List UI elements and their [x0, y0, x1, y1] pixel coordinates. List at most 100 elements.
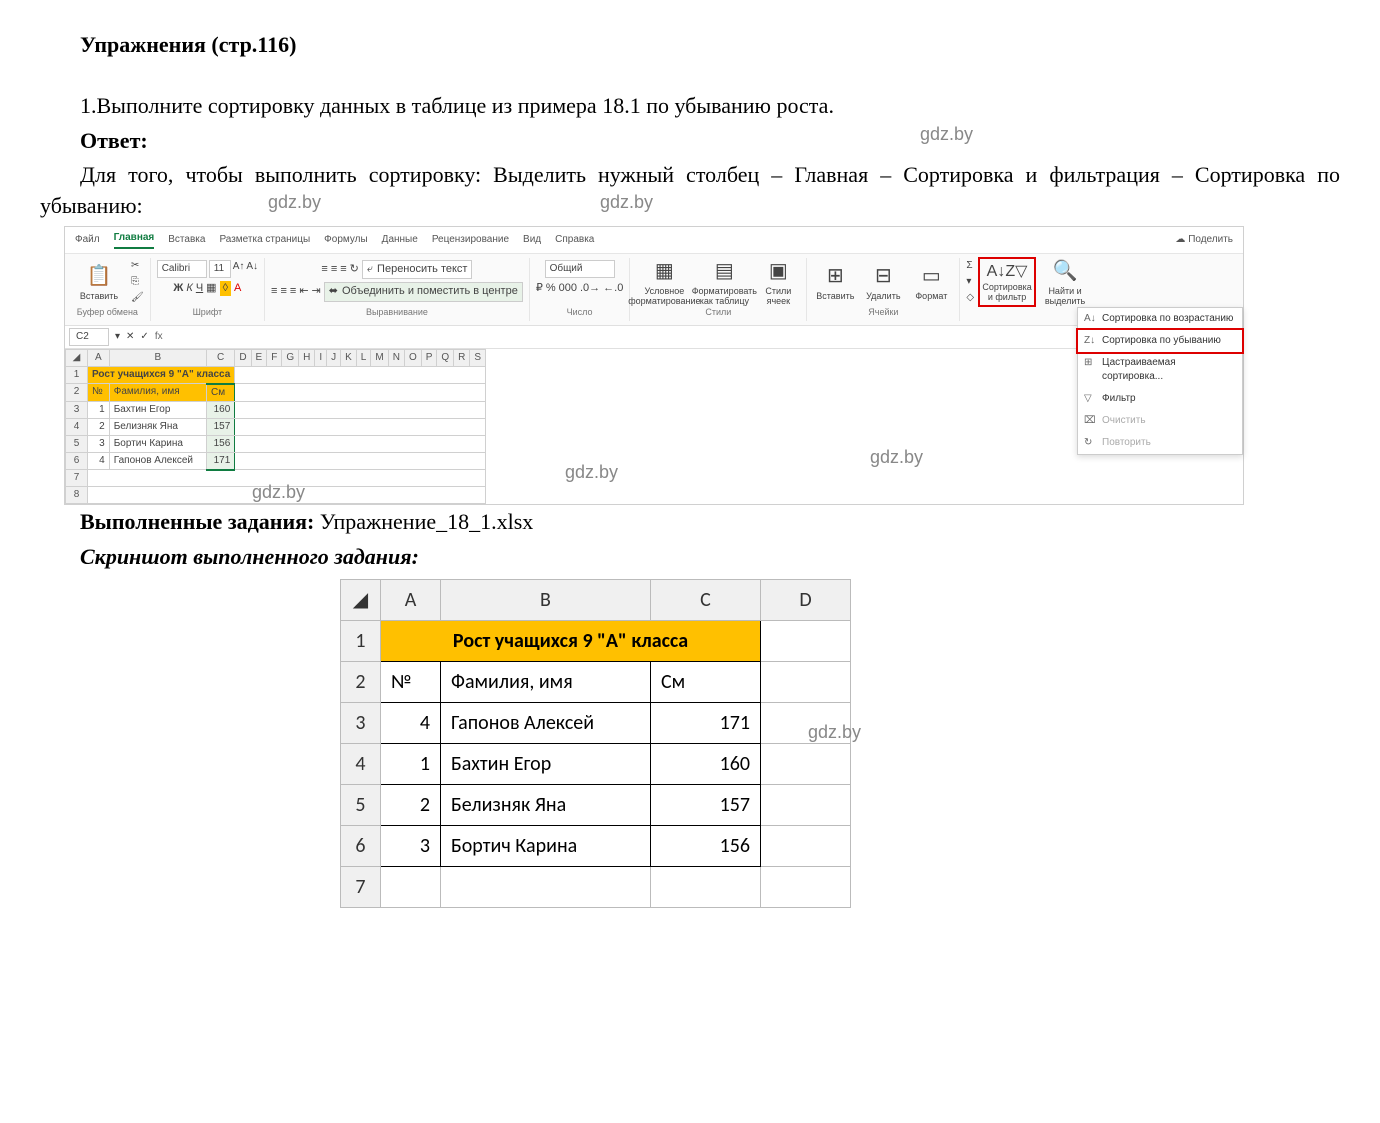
table-title-cell[interactable]: Рост учащихся 9 "А" класса [88, 366, 235, 384]
tab-home[interactable]: Главная [114, 231, 155, 249]
header-cm[interactable]: См [651, 661, 761, 702]
cell[interactable]: 4 [88, 452, 110, 470]
fill-color-icon[interactable]: ◊ [220, 281, 231, 296]
header-name[interactable]: Фамилия, имя [109, 384, 206, 402]
corner-cell[interactable]: ◢ [341, 579, 381, 620]
cell[interactable]: 3 [381, 825, 441, 866]
cell[interactable]: 171 [207, 452, 235, 470]
align-left-icon[interactable]: ≡ [271, 284, 277, 299]
tab-file[interactable]: Файл [75, 233, 100, 247]
sort-custom-item[interactable]: Цастраиваемая сортировка... [1078, 352, 1242, 388]
tab-layout[interactable]: Разметка страницы [219, 233, 310, 247]
copy-icon[interactable]: ⎘ [131, 275, 144, 289]
col-header[interactable]: R [454, 349, 470, 366]
format-painter-icon[interactable]: 🖌 [131, 291, 144, 305]
underline-button[interactable]: Ч [196, 281, 203, 296]
cell[interactable]: Гапонов Алексей [109, 452, 206, 470]
row-header[interactable]: 3 [341, 702, 381, 743]
cell[interactable]: 3 [88, 435, 110, 452]
cell[interactable]: 157 [651, 784, 761, 825]
col-header[interactable]: B [109, 349, 206, 366]
cell[interactable]: 160 [207, 401, 235, 418]
border-icon[interactable]: ▦ [206, 281, 216, 296]
percent-icon[interactable]: % [546, 281, 556, 296]
cell[interactable]: Гапонов Алексей [441, 702, 651, 743]
paste-button[interactable]: 📋 Вставить [71, 262, 127, 302]
row-header[interactable]: 8 [66, 487, 88, 504]
cell[interactable]: 4 [381, 702, 441, 743]
cell[interactable]: 157 [207, 418, 235, 435]
cell[interactable]: 1 [88, 401, 110, 418]
currency-icon[interactable]: ₽ [536, 281, 543, 296]
delete-cells-button[interactable]: ⊟ Удалить [861, 262, 905, 302]
orientation-icon[interactable]: ↻ [350, 262, 359, 277]
autosum-icon[interactable]: Σ [966, 259, 974, 273]
row-header[interactable]: 6 [66, 452, 88, 470]
align-middle-icon[interactable]: ≡ [331, 262, 337, 277]
name-box-dropdown-icon[interactable]: ▾ [115, 330, 120, 344]
cell[interactable]: 1 [381, 743, 441, 784]
row-header[interactable]: 1 [341, 620, 381, 661]
cell[interactable]: 156 [651, 825, 761, 866]
cell[interactable]: Бахтин Егор [109, 401, 206, 418]
tab-formulas[interactable]: Формулы [324, 233, 368, 247]
align-right-icon[interactable]: ≡ [290, 284, 296, 299]
row-header[interactable]: 7 [341, 866, 381, 907]
decrease-font-icon[interactable]: A↓ [246, 260, 258, 278]
col-header[interactable]: D [235, 349, 251, 366]
cell[interactable]: 160 [651, 743, 761, 784]
align-center-icon[interactable]: ≡ [280, 284, 286, 299]
col-header[interactable]: S [470, 349, 486, 366]
row-header[interactable]: 2 [66, 384, 88, 402]
sort-desc-item[interactable]: Сортировка по убыванию [1076, 328, 1244, 354]
tab-insert[interactable]: Вставка [168, 233, 205, 247]
conditional-format-button[interactable]: ▦ Условное форматирование [636, 257, 692, 307]
cell[interactable]: 2 [381, 784, 441, 825]
cell[interactable]: Белизняк Яна [441, 784, 651, 825]
fx-icon[interactable]: fx [155, 330, 163, 344]
row-header[interactable]: 5 [341, 784, 381, 825]
col-header[interactable]: I [315, 349, 327, 366]
col-header[interactable]: N [388, 349, 404, 366]
cell[interactable]: Бортич Карина [109, 435, 206, 452]
clear-filter-item[interactable]: Очистить [1078, 410, 1242, 432]
col-header[interactable]: C [651, 579, 761, 620]
bold-button[interactable]: Ж [173, 281, 183, 296]
font-color-icon[interactable]: A [234, 281, 241, 296]
tab-view[interactable]: Вид [523, 233, 541, 247]
header-name[interactable]: Фамилия, имя [441, 661, 651, 702]
header-num[interactable]: № [88, 384, 110, 402]
fill-icon[interactable]: ▾ [966, 275, 974, 289]
cell[interactable]: 171 [651, 702, 761, 743]
font-name-select[interactable]: Calibri [157, 260, 207, 278]
col-header[interactable]: H [299, 349, 315, 366]
row-header[interactable]: 4 [66, 418, 88, 435]
col-header[interactable]: O [404, 349, 421, 366]
format-cells-button[interactable]: ▭ Формат [909, 262, 953, 302]
find-select-button[interactable]: 🔍 Найти и выделить [1040, 257, 1090, 307]
format-table-button[interactable]: ▤ Форматировать как таблицу [696, 257, 752, 307]
cell[interactable]: Бортич Карина [441, 825, 651, 866]
italic-button[interactable]: К [186, 281, 192, 296]
sort-asc-item[interactable]: Сортировка по возрастанию [1078, 308, 1242, 330]
cell[interactable]: Бахтин Егор [441, 743, 651, 784]
merge-button[interactable]: ⬌ Объединить и поместить в центре [324, 282, 523, 301]
tab-help[interactable]: Справка [555, 233, 594, 247]
row-header[interactable]: 7 [66, 470, 88, 487]
cell[interactable]: Белизняк Яна [109, 418, 206, 435]
col-header[interactable]: A [381, 579, 441, 620]
indent-inc-icon[interactable]: ⇥ [312, 284, 321, 299]
clear-icon[interactable]: ◇ [966, 291, 974, 305]
col-header[interactable]: F [267, 349, 282, 366]
align-top-icon[interactable]: ≡ [321, 262, 327, 277]
row-header[interactable]: 5 [66, 435, 88, 452]
dec-inc-icon[interactable]: .0→ [580, 281, 600, 296]
increase-font-icon[interactable]: A↑ [233, 260, 245, 278]
tab-review[interactable]: Рецензирование [432, 233, 509, 247]
col-header[interactable]: B [441, 579, 651, 620]
align-bottom-icon[interactable]: ≡ [340, 262, 346, 277]
cell[interactable]: 2 [88, 418, 110, 435]
col-header[interactable]: D [761, 579, 851, 620]
row-header[interactable]: 3 [66, 401, 88, 418]
reapply-item[interactable]: Повторить [1078, 432, 1242, 454]
